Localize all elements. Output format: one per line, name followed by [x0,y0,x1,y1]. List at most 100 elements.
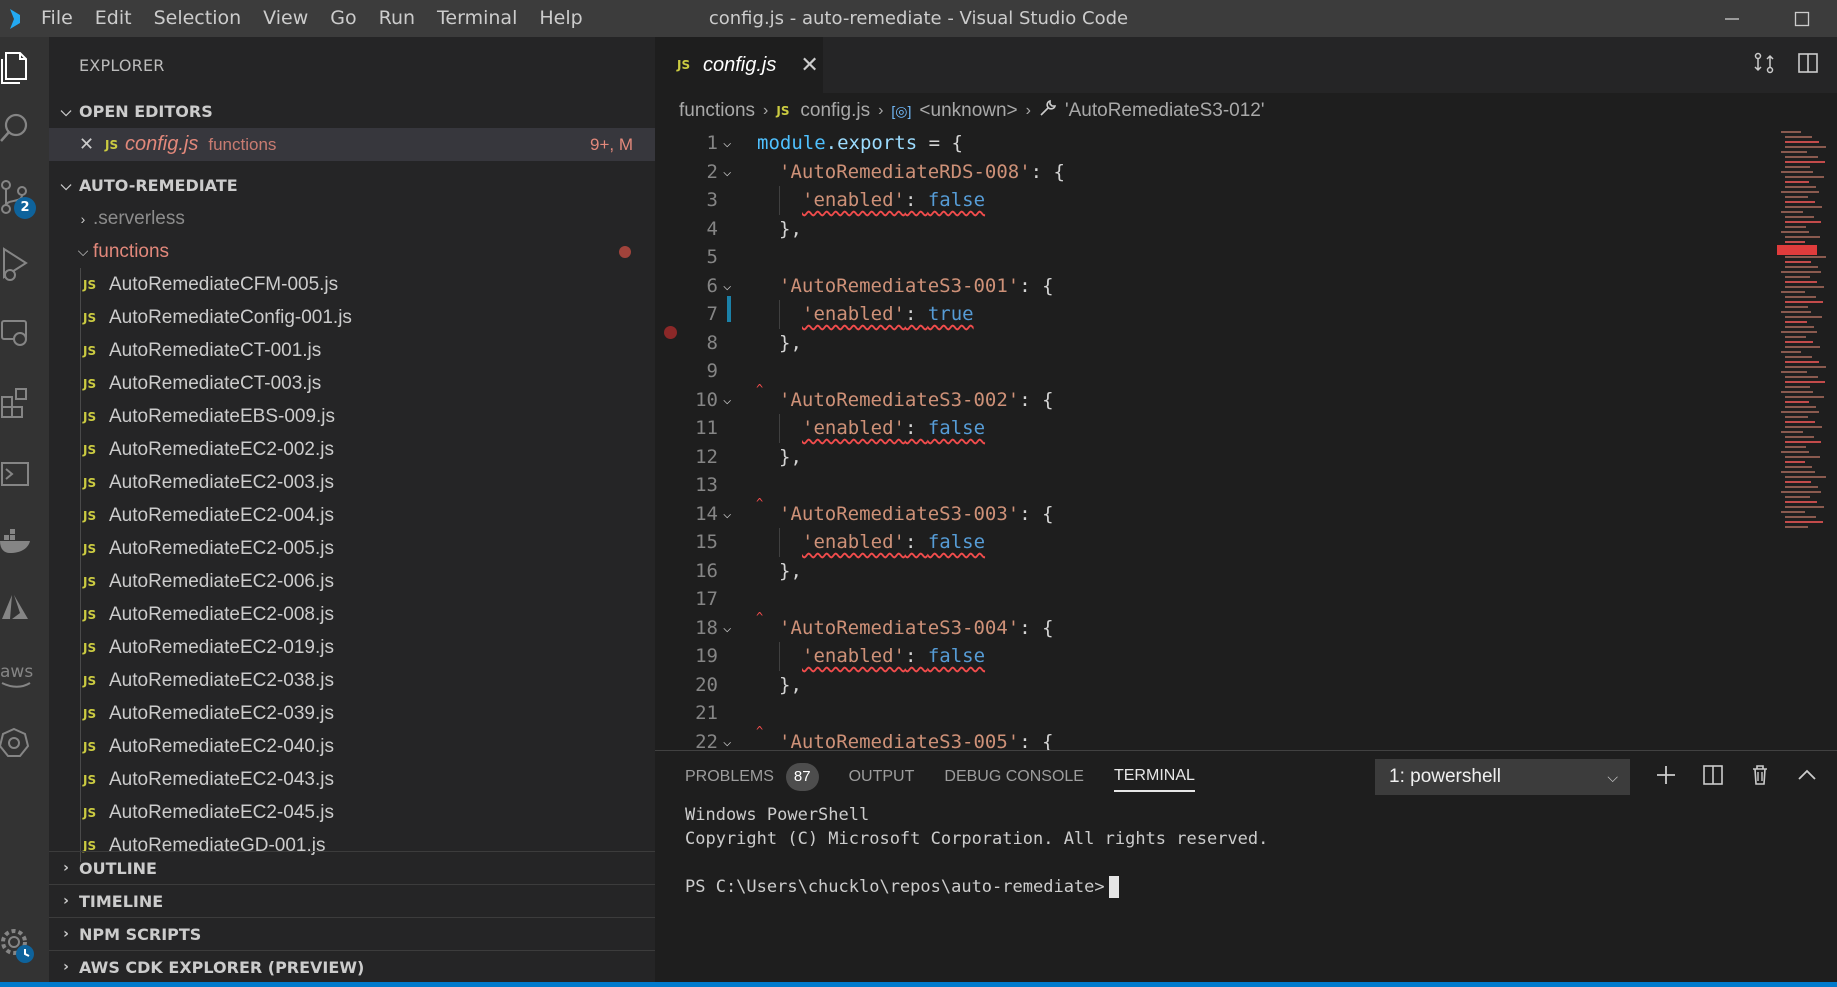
minimap-line [1785,276,1810,278]
trash-icon[interactable] [1749,764,1771,790]
file-item[interactable]: JS AutoRemediateCT-001.js [81,334,655,367]
tab-problems[interactable]: PROBLEMS 87 [685,751,819,803]
file-item[interactable]: JS AutoRemediateEC2-039.js [81,697,655,730]
fold-chevron-icon[interactable]: ⌵ [723,158,731,187]
open-editor-item[interactable]: ✕ JS config.js functions 9+, M [49,128,655,161]
fold-chevron-icon[interactable]: ⌵ [723,272,731,301]
menu-run[interactable]: Run [368,0,426,37]
js-file-icon: JS [83,475,97,490]
open-editors-header[interactable]: ⌵ OPEN EDITORS [49,95,655,128]
menu-view[interactable]: View [252,0,319,37]
tab-debug-console[interactable]: DEBUG CONSOLE [944,751,1084,803]
minimap[interactable] [1767,127,1837,547]
source-control-icon[interactable]: 2 [0,167,49,227]
fold-chevron-icon[interactable]: ⌵ [723,614,731,643]
minimap-line [1781,331,1817,333]
kubernetes-icon[interactable] [0,713,49,773]
split-terminal-icon[interactable] [1702,764,1724,790]
breadcrumb-folder[interactable]: functions [679,100,755,122]
line-number: 17 [695,588,718,610]
minimap-line [1785,156,1818,158]
maximize-panel-icon[interactable] [1796,764,1818,790]
code-token: 'AutoRemediateS3-001' [779,274,1020,297]
manage-gear-icon[interactable] [0,917,49,971]
breadcrumb-file[interactable]: config.js [800,100,870,122]
file-item[interactable]: JS AutoRemediateCT-003.js [81,367,655,400]
minimize-button[interactable] [1697,0,1767,37]
code-editor[interactable]: 1 ⌵ module.exports = {2 ⌵ 'AutoRemediateRDS-… [655,129,1837,753]
menu-help[interactable]: Help [528,0,593,37]
fold-chevron-icon[interactable]: ⌵ [723,500,731,529]
minimap-line [1781,451,1809,453]
file-item[interactable]: JS AutoRemediateEC2-006.js [81,565,655,598]
file-item[interactable]: JS AutoRemediateEC2-003.js [81,466,655,499]
explorer-icon[interactable] [0,37,49,97]
search-icon[interactable] [0,99,49,159]
minimap-line [1785,416,1808,418]
line-number: 19 [695,645,718,667]
error-marker-icon: ^ [756,609,764,624]
timeline-header[interactable]: › TIMELINE [49,884,655,917]
fold-chevron-icon[interactable]: ⌵ [723,129,731,158]
aws-icon[interactable]: aws [0,643,49,703]
file-item[interactable]: JS AutoRemediateEBS-009.js [81,400,655,433]
tab-config-js[interactable]: JS config.js ✕ [655,37,823,93]
outline-header[interactable]: › OUTLINE [49,851,655,884]
new-terminal-icon[interactable] [1655,764,1677,790]
chevron-right-icon: › [63,893,69,909]
file-item[interactable]: JS AutoRemediateEC2-043.js [81,763,655,796]
tab-output[interactable]: OUTPUT [849,751,915,803]
line-number: 7 [706,303,718,325]
tab-terminal[interactable]: TERMINAL [1113,762,1195,792]
file-item[interactable]: JS AutoRemediateEC2-038.js [81,664,655,697]
file-item[interactable]: JS AutoRemediateEC2-008.js [81,598,655,631]
code-token-group: 'enabled': false [802,189,985,211]
azure-icon[interactable] [0,577,49,637]
breadcrumb-key[interactable]: 'AutoRemediateS3-012' [1065,100,1265,122]
file-item[interactable]: JS AutoRemediateEC2-019.js [81,631,655,664]
minimap-line [1785,461,1805,463]
menu-file[interactable]: File [30,0,84,37]
terminal-output[interactable]: Windows PowerShell Copyright (C) Microso… [655,803,1837,899]
file-item[interactable]: JS AutoRemediateEC2-045.js [81,796,655,829]
code-token: 'AutoRemediateS3-003' [779,502,1020,525]
file-item[interactable]: JS AutoRemediateEC2-040.js [81,730,655,763]
file-item[interactable]: JS AutoRemediateEC2-005.js [81,532,655,565]
minimap-line [1785,376,1818,378]
code-line: 15 'enabled': false [655,528,1775,557]
close-icon[interactable]: ✕ [79,134,99,155]
remote-explorer-icon[interactable] [0,303,49,363]
minimap-line [1785,356,1812,358]
terminal-select[interactable]: 1: powershell ⌵ [1375,759,1630,795]
run-debug-icon[interactable] [0,233,49,293]
chevron-down-icon: ⌵ [1607,769,1618,785]
line-number: 14 [695,502,718,525]
code-token: }, [779,217,802,240]
maximize-button[interactable] [1767,0,1837,37]
folder-serverless[interactable]: › .serverless [49,202,655,235]
code-token: }, [779,331,802,354]
menu-go[interactable]: Go [319,0,367,37]
terminal-view-icon[interactable] [0,445,49,505]
split-editor-icon[interactable] [1797,52,1819,78]
file-item[interactable]: JS AutoRemediateCFM-005.js [81,268,655,301]
file-item[interactable]: JS AutoRemediateConfig-001.js [81,301,655,334]
project-header[interactable]: ⌵ AUTO-REMEDIATE [49,169,655,202]
code-line: 13 [655,471,1775,500]
menu-selection[interactable]: Selection [143,0,253,37]
terminal-line: Copyright (C) Microsoft Corporation. All… [685,829,1269,849]
folder-functions[interactable]: ⌵ functions [49,235,655,268]
file-item[interactable]: JS AutoRemediateEC2-002.js [81,433,655,466]
menu-terminal[interactable]: Terminal [426,0,528,37]
aws-cdk-explorer-header[interactable]: › AWS CDK EXPLORER (PREVIEW) [49,950,655,983]
fold-chevron-icon[interactable]: ⌵ [723,386,731,415]
docker-icon[interactable] [0,511,49,571]
breadcrumb-symbol[interactable]: <unknown> [919,100,1017,122]
menu-edit[interactable]: Edit [84,0,143,37]
open-changes-icon[interactable] [1753,52,1775,78]
npm-scripts-header[interactable]: › NPM SCRIPTS [49,917,655,950]
file-item[interactable]: JS AutoRemediateEC2-004.js [81,499,655,532]
tab-close-icon[interactable]: ✕ [800,53,818,78]
minimap-line [1785,266,1818,268]
extensions-icon[interactable] [0,373,49,433]
